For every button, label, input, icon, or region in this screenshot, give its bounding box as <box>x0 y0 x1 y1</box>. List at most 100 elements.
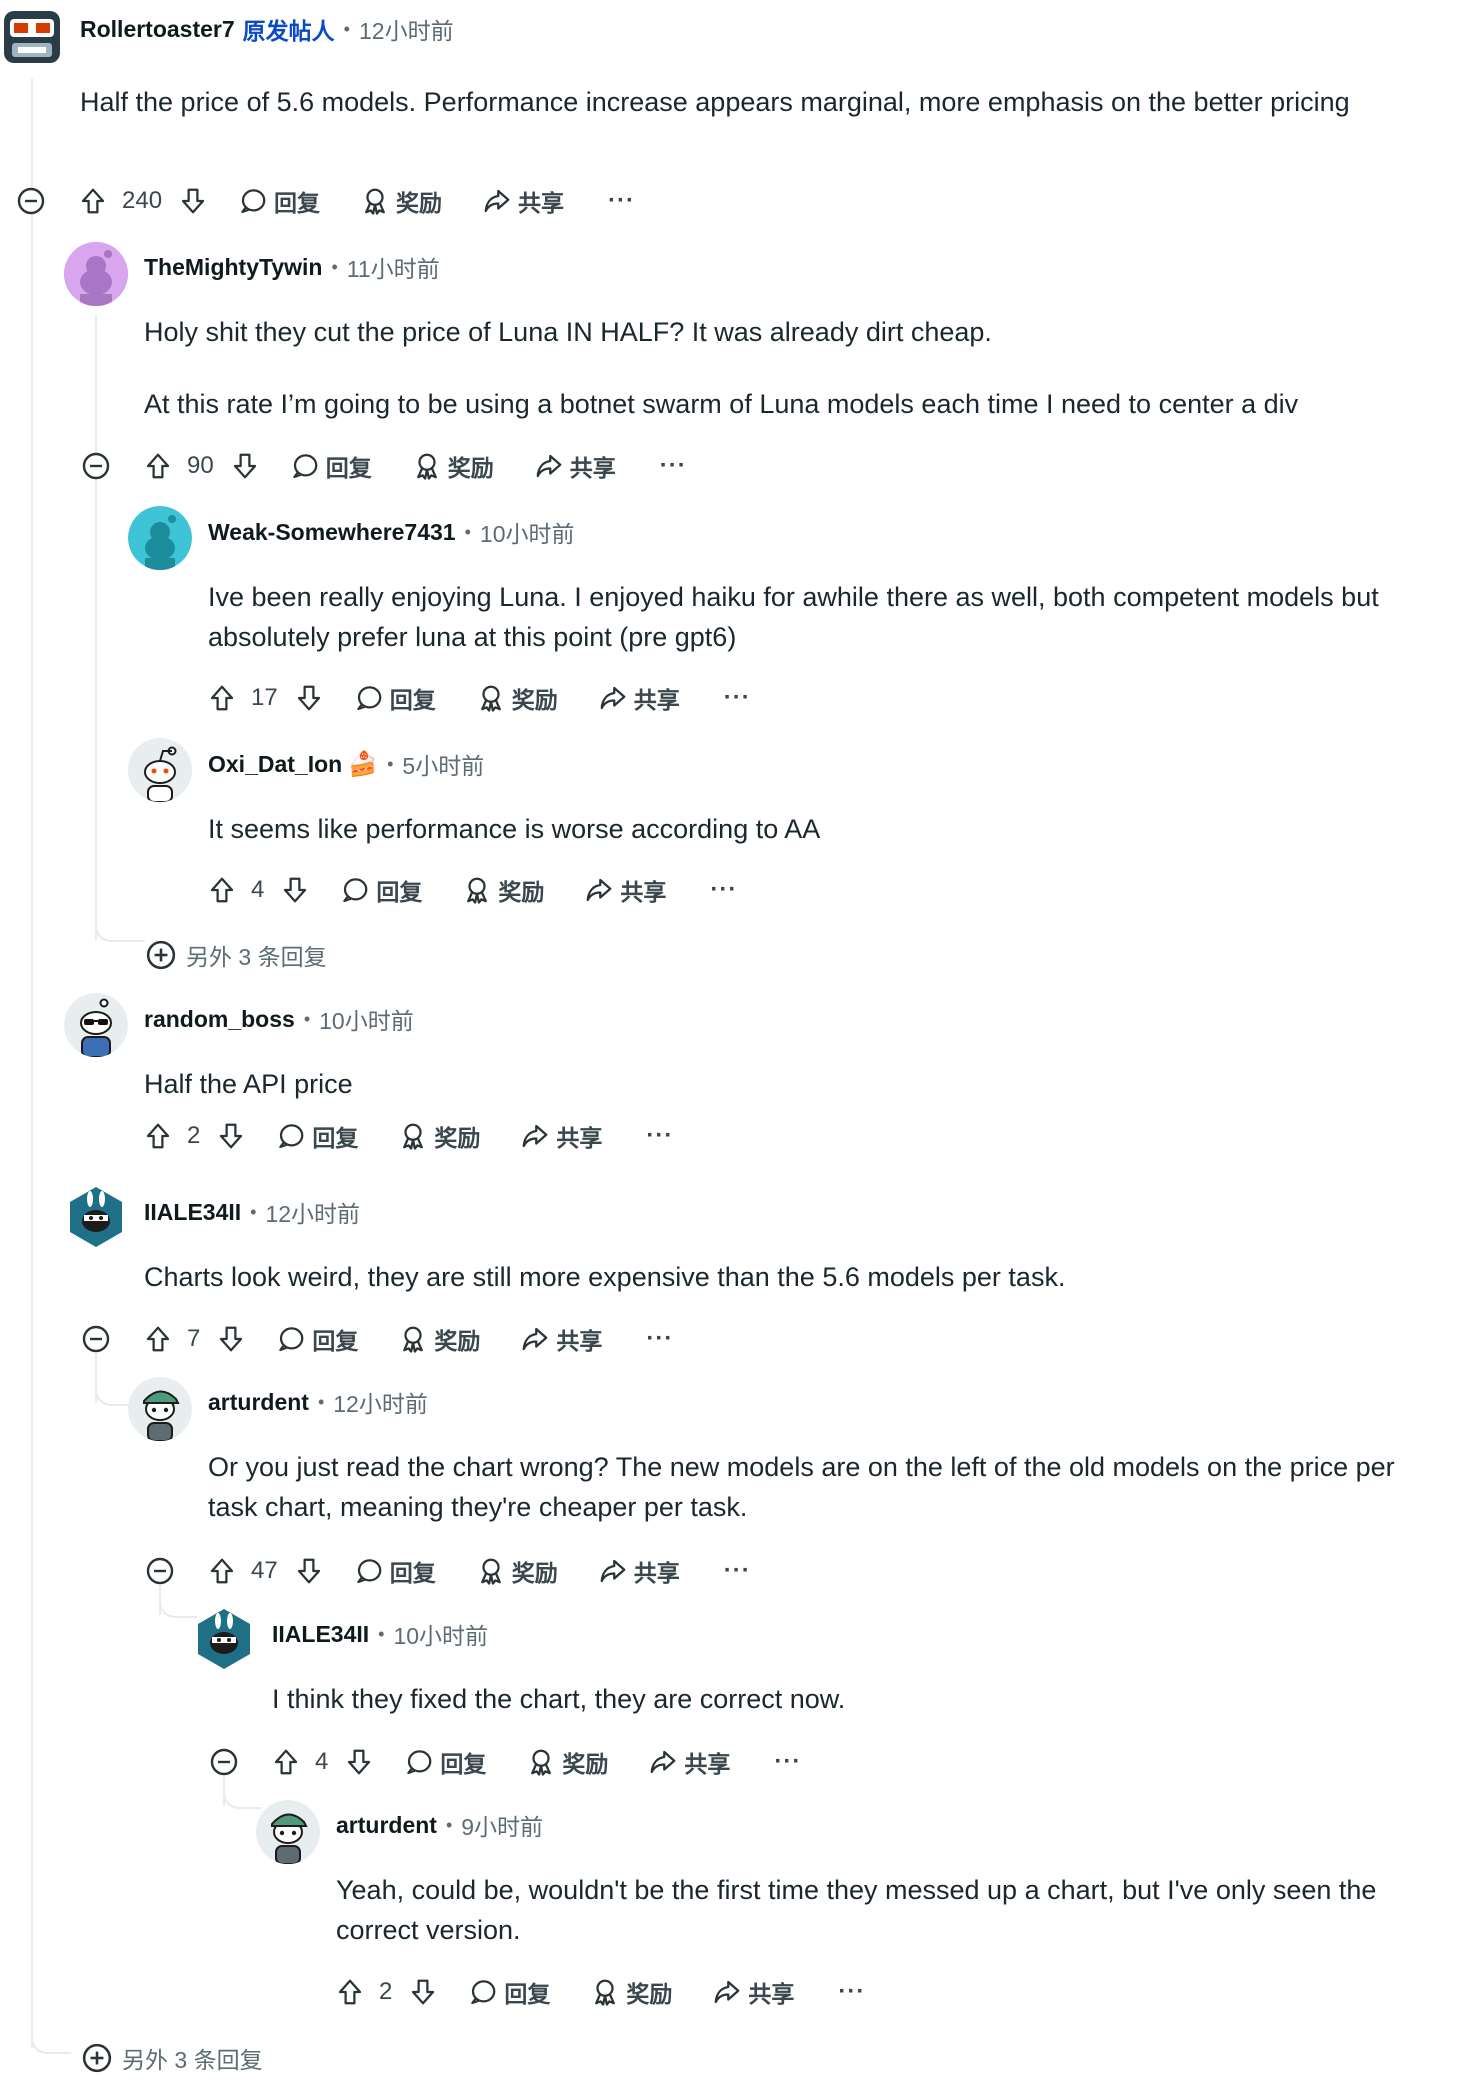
award-button[interactable]: 奖励 <box>462 866 544 914</box>
share-button[interactable]: 共享 <box>520 1112 602 1160</box>
cake-icon: 🍰 <box>348 750 379 778</box>
timestamp[interactable]: 12小时前 <box>265 1195 360 1229</box>
avatar[interactable] <box>64 1185 128 1249</box>
award-button[interactable]: 奖励 <box>476 1547 558 1595</box>
more-options-button[interactable]: ··· <box>724 1547 751 1595</box>
timestamp[interactable]: 11小时前 <box>347 250 440 284</box>
share-button[interactable]: 共享 <box>598 1547 680 1595</box>
more-options-button[interactable]: ··· <box>646 1112 673 1160</box>
upvote-icon[interactable] <box>143 1112 173 1160</box>
reply-button[interactable]: 回复 <box>340 866 422 914</box>
reply-button[interactable]: 回复 <box>468 1968 550 2016</box>
more-options-button[interactable]: ··· <box>724 674 751 722</box>
reply-button[interactable]: 回复 <box>404 1738 486 1786</box>
share-button[interactable]: 共享 <box>534 442 616 490</box>
op-badge: 原发帖人 <box>242 18 335 44</box>
reply-button[interactable]: 回复 <box>290 442 372 490</box>
avatar[interactable] <box>192 1607 256 1671</box>
author-name[interactable]: TheMightyTywin <box>144 254 322 281</box>
action-bar: 4 回复 奖励 共享 ··· <box>207 866 737 914</box>
author-name[interactable]: IIALE34II <box>272 1621 369 1648</box>
award-button[interactable]: 奖励 <box>476 674 558 722</box>
downvote-icon[interactable] <box>294 1547 324 1595</box>
more-replies-button[interactable]: 另外 3 条回复 <box>146 938 327 972</box>
author-name[interactable]: random_boss <box>144 1006 295 1033</box>
timestamp[interactable]: 10小时前 <box>319 1002 414 1036</box>
collapse-icon[interactable] <box>82 1325 110 1353</box>
share-button[interactable]: 共享 <box>482 177 564 225</box>
avatar[interactable] <box>64 242 128 306</box>
reply-button[interactable]: 回复 <box>238 177 320 225</box>
author-name[interactable]: IIALE34II <box>144 1199 241 1226</box>
avatar[interactable] <box>0 5 64 69</box>
more-options-button[interactable]: ··· <box>838 1968 865 2016</box>
share-button[interactable]: 共享 <box>598 674 680 722</box>
upvote-icon[interactable] <box>78 177 108 225</box>
avatar[interactable] <box>256 1800 320 1864</box>
share-icon <box>520 1121 550 1151</box>
more-options-button[interactable]: ··· <box>646 1315 673 1363</box>
reply-button[interactable]: 回复 <box>276 1112 358 1160</box>
avatar[interactable] <box>64 993 128 1057</box>
author-name[interactable]: arturdent <box>208 1389 309 1416</box>
upvote-icon[interactable] <box>207 1547 237 1595</box>
award-icon <box>398 1324 428 1354</box>
upvote-icon[interactable] <box>271 1738 301 1786</box>
avatar[interactable] <box>128 1377 192 1441</box>
action-bar: 2 回复 奖励 共享 ··· <box>335 1968 865 2016</box>
timestamp[interactable]: 10小时前 <box>480 515 575 549</box>
reply-button[interactable]: 回复 <box>354 1547 436 1595</box>
avatar[interactable] <box>128 738 192 802</box>
downvote-icon[interactable] <box>408 1968 438 2016</box>
author-name[interactable]: arturdent <box>336 1812 437 1839</box>
author-name[interactable]: Oxi_Dat_Ion <box>208 751 342 778</box>
award-button[interactable]: 奖励 <box>412 442 494 490</box>
thread-line[interactable] <box>31 78 33 2048</box>
upvote-icon[interactable] <box>143 442 173 490</box>
timestamp[interactable]: 5小时前 <box>402 747 484 781</box>
share-button[interactable]: 共享 <box>520 1315 602 1363</box>
more-options-button[interactable]: ··· <box>774 1738 801 1786</box>
award-button[interactable]: 奖励 <box>526 1738 608 1786</box>
collapse-icon[interactable] <box>17 187 45 215</box>
award-button[interactable]: 奖励 <box>398 1112 480 1160</box>
upvote-icon[interactable] <box>207 866 237 914</box>
award-button[interactable]: 奖励 <box>360 177 442 225</box>
reply-button[interactable]: 回复 <box>276 1315 358 1363</box>
upvote-icon[interactable] <box>207 674 237 722</box>
downvote-icon[interactable] <box>178 177 208 225</box>
award-button[interactable]: 奖励 <box>398 1315 480 1363</box>
reply-label: 回复 <box>504 1981 551 2007</box>
share-button[interactable]: 共享 <box>584 866 666 914</box>
reply-label: 回复 <box>312 1328 359 1354</box>
downvote-icon[interactable] <box>216 1112 246 1160</box>
timestamp[interactable]: 9小时前 <box>461 1808 543 1842</box>
more-options-button[interactable]: ··· <box>608 177 635 225</box>
timestamp[interactable]: 12小时前 <box>359 12 454 46</box>
author-name[interactable]: Weak-Somewhere7431 <box>208 519 456 546</box>
more-options-button[interactable]: ··· <box>660 442 687 490</box>
downvote-icon[interactable] <box>280 866 310 914</box>
vote-score: 7 <box>187 1325 201 1352</box>
share-button[interactable]: 共享 <box>648 1738 730 1786</box>
author-name[interactable]: Rollertoaster7 <box>80 16 235 43</box>
avatar[interactable] <box>128 506 192 570</box>
action-bar: 17 回复 奖励 共享 ··· <box>207 674 751 722</box>
more-options-button[interactable]: ··· <box>710 866 737 914</box>
downvote-icon[interactable] <box>294 674 324 722</box>
collapse-icon[interactable] <box>82 452 110 480</box>
downvote-icon[interactable] <box>216 1315 246 1363</box>
award-button[interactable]: 奖励 <box>590 1968 672 2016</box>
share-icon <box>712 1977 742 2007</box>
collapse-icon[interactable] <box>146 1557 174 1585</box>
upvote-icon[interactable] <box>143 1315 173 1363</box>
upvote-icon[interactable] <box>335 1968 365 2016</box>
downvote-icon[interactable] <box>230 442 260 490</box>
collapse-icon[interactable] <box>210 1748 238 1776</box>
share-button[interactable]: 共享 <box>712 1968 794 2016</box>
timestamp[interactable]: 12小时前 <box>333 1385 428 1419</box>
downvote-icon[interactable] <box>344 1738 374 1786</box>
timestamp[interactable]: 10小时前 <box>393 1617 488 1651</box>
reply-button[interactable]: 回复 <box>354 674 436 722</box>
more-replies-button[interactable]: 另外 3 条回复 <box>82 2041 263 2075</box>
